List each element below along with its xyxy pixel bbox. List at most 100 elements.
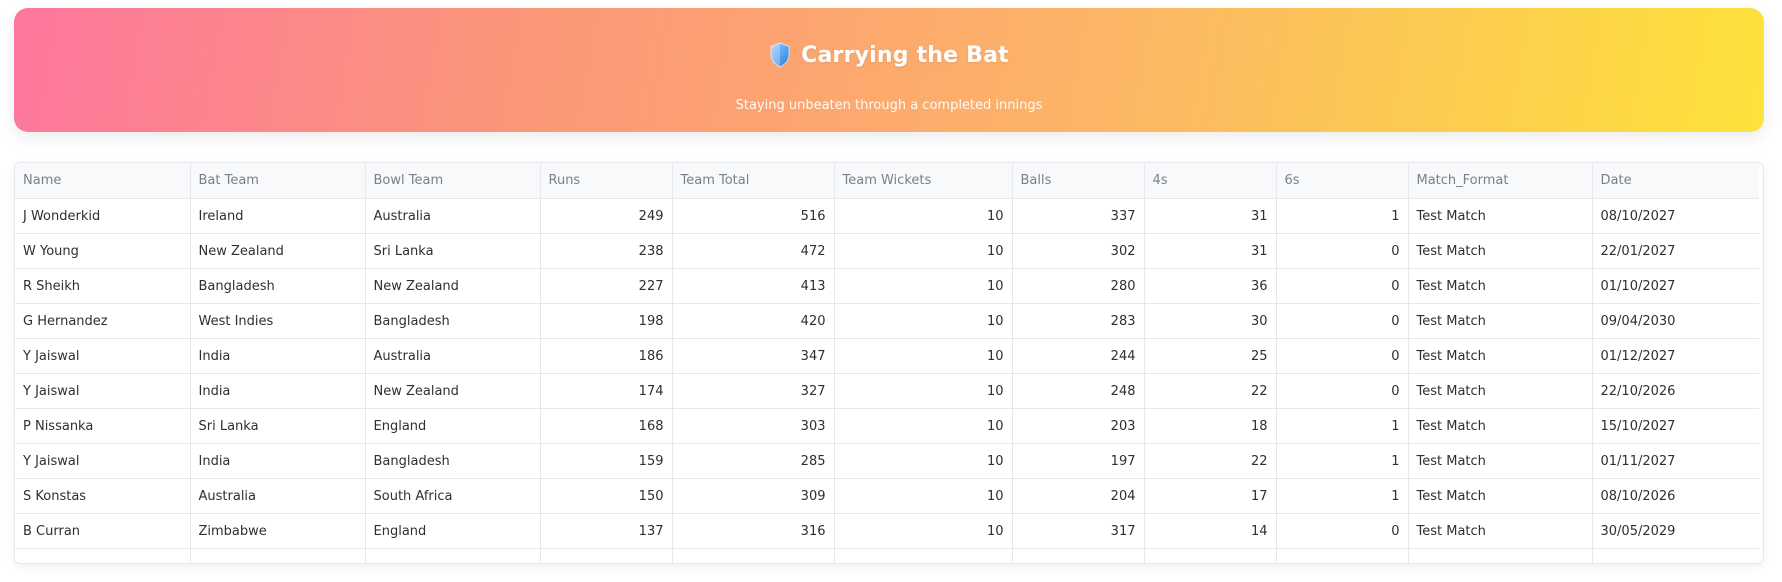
table-cell: Sri Lanka xyxy=(190,408,366,444)
table-cell: 337 xyxy=(1012,198,1145,234)
column-header[interactable]: Date xyxy=(1592,163,1759,199)
table-cell: 30/05/2029 xyxy=(1592,513,1759,549)
table-cell: 10 xyxy=(834,268,1013,304)
table-cell: 10 xyxy=(834,198,1013,234)
table-row[interactable]: W Young New Zealand Sri Lanka 238 472 10 302 31… xyxy=(15,233,1759,269)
table-cell: Test Match xyxy=(1408,338,1593,374)
table-cell: 1 xyxy=(1276,478,1409,514)
table-cell xyxy=(1592,548,1759,563)
table-cell: 186 xyxy=(540,338,673,374)
table-row[interactable]: Y Jaiswal India New Zealand 174 327 10 248 22 0 T… xyxy=(15,373,1759,409)
table-cell: Test Match xyxy=(1408,408,1593,444)
table-cell: 204 xyxy=(1012,478,1145,514)
table-cell xyxy=(1276,548,1409,563)
table-cell: W Young xyxy=(15,233,191,269)
table-cell: 31 xyxy=(1144,198,1277,234)
table-cell: G Hernandez xyxy=(15,303,191,339)
table-row[interactable]: P Nissanka Sri Lanka England 168 303 10 203 18 1… xyxy=(15,408,1759,444)
table-cell: 280 xyxy=(1012,268,1145,304)
table-cell: 08/10/2026 xyxy=(1592,478,1759,514)
table-cell: 15/10/2027 xyxy=(1592,408,1759,444)
table-cell xyxy=(540,548,673,563)
table-cell: 472 xyxy=(672,233,835,269)
table-cell: 18 xyxy=(1144,408,1277,444)
column-header[interactable]: 6s xyxy=(1276,163,1409,199)
column-header[interactable]: Runs xyxy=(540,163,673,199)
data-table-container[interactable]: Name Bat Team Bowl Team Runs Team Total Team … xyxy=(14,162,1764,564)
table-cell: India xyxy=(190,373,366,409)
table-cell: New Zealand xyxy=(365,268,541,304)
table-cell: 17 xyxy=(1144,478,1277,514)
table-cell: 10 xyxy=(834,233,1013,269)
table-cell: West Indies xyxy=(190,303,366,339)
table-cell: 249 xyxy=(540,198,673,234)
table-cell: New Zealand xyxy=(190,233,366,269)
table-cell: Australia xyxy=(365,338,541,374)
table-cell: 174 xyxy=(540,373,673,409)
table-cell: 1 xyxy=(1276,443,1409,479)
table-cell: 244 xyxy=(1012,338,1145,374)
table-cell xyxy=(834,548,1013,563)
table-cell: 283 xyxy=(1012,303,1145,339)
table-cell: Bangladesh xyxy=(365,443,541,479)
column-header[interactable]: Balls xyxy=(1012,163,1145,199)
table-cell: 01/11/2027 xyxy=(1592,443,1759,479)
table-cell: South Africa xyxy=(365,478,541,514)
column-header[interactable]: Bowl Team xyxy=(365,163,541,199)
table-cell: 203 xyxy=(1012,408,1145,444)
column-header[interactable]: Name xyxy=(15,163,191,199)
table-row[interactable]: B Curran Zimbabwe England 137 316 10 317 14 0 Tes… xyxy=(15,513,1759,549)
table-cell: England xyxy=(365,513,541,549)
table-cell: 420 xyxy=(672,303,835,339)
table-cell: 347 xyxy=(672,338,835,374)
table-cell: 198 xyxy=(540,303,673,339)
table-cell: 0 xyxy=(1276,513,1409,549)
table-cell: 159 xyxy=(540,443,673,479)
shield-icon xyxy=(769,42,791,68)
table-cell: 0 xyxy=(1276,303,1409,339)
table-cell: Zimbabwe xyxy=(190,513,366,549)
table-cell: 516 xyxy=(672,198,835,234)
table-cell xyxy=(1144,548,1277,563)
table-cell: 413 xyxy=(672,268,835,304)
column-header[interactable]: 4s xyxy=(1144,163,1277,199)
table-cell: 197 xyxy=(1012,443,1145,479)
column-header[interactable]: Bat Team xyxy=(190,163,366,199)
table-cell: Y Jaiswal xyxy=(15,373,191,409)
table-cell: 227 xyxy=(540,268,673,304)
table-cell xyxy=(1012,548,1145,563)
table-row[interactable]: R Sheikh Bangladesh New Zealand 227 413 10 280… xyxy=(15,268,1759,304)
table-cell: Test Match xyxy=(1408,198,1593,234)
table-cell: Test Match xyxy=(1408,268,1593,304)
table-row[interactable]: Y Jaiswal India Bangladesh 159 285 10 197 22 1 Te… xyxy=(15,443,1759,479)
table-row[interactable]: G Hernandez West Indies Bangladesh 198 420 10… xyxy=(15,303,1759,339)
table-cell: India xyxy=(190,443,366,479)
table-body: J Wonderkid Ireland Australia 249 516 10 337 31… xyxy=(15,198,1759,563)
table-cell: 150 xyxy=(540,478,673,514)
table-cell: 08/10/2027 xyxy=(1592,198,1759,234)
table-row[interactable]: S Konstas Australia South Africa 150 309 10 20… xyxy=(15,478,1759,514)
table-cell: 327 xyxy=(672,373,835,409)
data-table: Name Bat Team Bowl Team Runs Team Total Team … xyxy=(15,163,1759,563)
table-cell: 01/12/2027 xyxy=(1592,338,1759,374)
table-cell: India xyxy=(190,338,366,374)
column-header[interactable]: Team Total xyxy=(672,163,835,199)
table-cell: England xyxy=(365,408,541,444)
table-cell xyxy=(672,548,835,563)
table-row[interactable] xyxy=(15,548,1759,563)
table-cell: 10 xyxy=(834,478,1013,514)
table-cell: 303 xyxy=(672,408,835,444)
banner-title-row: Carrying the Bat xyxy=(14,42,1764,68)
column-header[interactable]: Team Wickets xyxy=(834,163,1013,199)
table-cell xyxy=(1408,548,1593,563)
table-row[interactable]: Y Jaiswal India Australia 186 347 10 244 25 0 Tes… xyxy=(15,338,1759,374)
table-cell: 22 xyxy=(1144,443,1277,479)
table-cell: 01/10/2027 xyxy=(1592,268,1759,304)
table-cell xyxy=(190,548,366,563)
table-cell: 25 xyxy=(1144,338,1277,374)
table-row[interactable]: J Wonderkid Ireland Australia 249 516 10 337 31… xyxy=(15,198,1759,234)
table-cell: R Sheikh xyxy=(15,268,191,304)
table-cell: 309 xyxy=(672,478,835,514)
column-header[interactable]: Match_Format xyxy=(1408,163,1593,199)
table-cell: Y Jaiswal xyxy=(15,443,191,479)
